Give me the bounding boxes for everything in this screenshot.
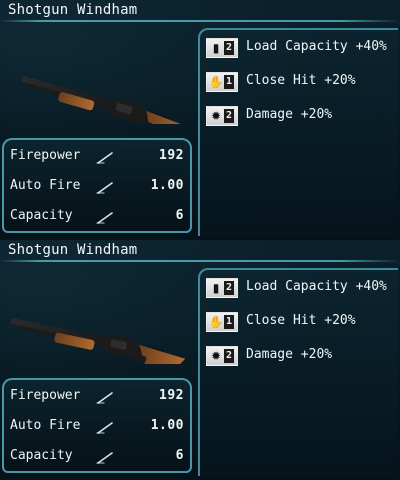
stat-value: 1.00	[150, 178, 184, 193]
weapon-title: Shotgun Windham	[8, 242, 138, 258]
mod-row-load-capacity: ▮ 2 Load Capacity +40%	[206, 36, 396, 60]
stat-row-capacity: Capacity 6	[10, 208, 190, 228]
stat-slash-icon	[96, 422, 113, 434]
mods-panel: ▮ 2 Load Capacity +40% ✋ 1 Close Hit +20…	[198, 268, 398, 476]
stat-slash-icon	[96, 182, 113, 194]
mod-text: Close Hit +20%	[246, 73, 356, 88]
weapon-card-top: Shotgun Windham Firepower 192 Auto Fire …	[0, 0, 400, 240]
stat-value: 6	[175, 448, 184, 463]
mod-level: 2	[224, 41, 234, 55]
weapon-preview	[0, 266, 190, 364]
load-capacity-icon: ▮ 2	[206, 278, 238, 298]
weapon-preview	[0, 26, 190, 124]
shotgun-icon	[22, 76, 190, 124]
stat-value: 192	[159, 388, 184, 403]
mods-panel: ▮ 2 Load Capacity +40% ✋ 1 Close Hit +20…	[198, 28, 398, 236]
stat-label: Firepower	[10, 388, 81, 403]
stat-value: 192	[159, 148, 184, 163]
mod-text: Load Capacity +40%	[246, 39, 387, 54]
damage-icon: ✹ 2	[206, 346, 238, 366]
mod-level: 2	[224, 109, 234, 123]
mod-level: 1	[224, 75, 234, 89]
ammo-icon: ▮	[212, 281, 220, 295]
stat-slash-icon	[96, 392, 113, 404]
burst-icon: ✹	[210, 109, 222, 123]
mod-text: Damage +20%	[246, 107, 333, 122]
stat-row-auto-fire: Auto Fire 1.00	[10, 418, 190, 438]
stat-slash-icon	[96, 452, 113, 464]
mod-row-damage: ✹ 2 Damage +20%	[206, 104, 396, 128]
stat-label: Auto Fire	[10, 418, 81, 433]
close-hit-icon: ✋ 1	[206, 312, 238, 332]
load-capacity-icon: ▮ 2	[206, 38, 238, 58]
stat-row-firepower: Firepower 192	[10, 148, 190, 168]
weapon-title: Shotgun Windham	[8, 2, 138, 18]
mod-row-load-capacity: ▮ 2 Load Capacity +40%	[206, 276, 396, 300]
title-divider	[0, 260, 400, 262]
mod-row-damage: ✹ 2 Damage +20%	[206, 344, 396, 368]
stats-panel: Firepower 192 Auto Fire 1.00 Capacity 6	[2, 138, 192, 233]
stat-label: Auto Fire	[10, 178, 81, 193]
mod-row-close-hit: ✋ 1 Close Hit +20%	[206, 70, 396, 94]
mod-level: 2	[224, 281, 234, 295]
mod-level: 2	[224, 349, 234, 363]
stat-row-auto-fire: Auto Fire 1.00	[10, 178, 190, 198]
stat-label: Firepower	[10, 148, 81, 163]
mod-text: Load Capacity +40%	[246, 279, 387, 294]
grip-icon: ✋	[208, 315, 224, 329]
stat-label: Capacity	[10, 448, 73, 463]
stats-panel: Firepower 192 Auto Fire 1.00 Capacity 6	[2, 378, 192, 473]
stat-slash-icon	[96, 212, 113, 224]
title-divider	[0, 20, 400, 22]
ammo-icon: ▮	[212, 41, 220, 55]
weapon-card-bottom: Shotgun Windham Firepower 192 Auto Fire …	[0, 240, 400, 480]
stat-row-capacity: Capacity 6	[10, 448, 190, 468]
mod-text: Damage +20%	[246, 347, 333, 362]
close-hit-icon: ✋ 1	[206, 72, 238, 92]
shotgun-icon	[11, 318, 186, 364]
stat-value: 6	[175, 208, 184, 223]
mod-level: 1	[224, 315, 234, 329]
weapon-comparison: Shotgun Windham Firepower 192 Auto Fire …	[0, 0, 400, 480]
grip-icon: ✋	[208, 75, 224, 89]
stat-value: 1.00	[150, 418, 184, 433]
mod-text: Close Hit +20%	[246, 313, 356, 328]
stat-row-firepower: Firepower 192	[10, 388, 190, 408]
stat-slash-icon	[96, 152, 113, 164]
damage-icon: ✹ 2	[206, 106, 238, 126]
burst-icon: ✹	[210, 349, 222, 363]
mod-row-close-hit: ✋ 1 Close Hit +20%	[206, 310, 396, 334]
stat-label: Capacity	[10, 208, 73, 223]
